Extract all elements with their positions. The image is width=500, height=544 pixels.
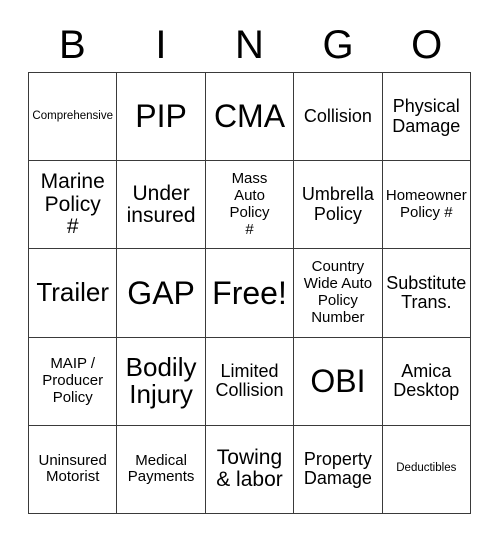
bingo-cell-b4[interactable]: MAIP / Producer Policy: [29, 337, 118, 426]
bingo-cell-label: Country Wide Auto Policy Number: [303, 258, 373, 326]
bingo-cell-label: Deductibles: [396, 462, 457, 475]
bingo-cell-g3[interactable]: Country Wide Auto Policy Number: [294, 249, 383, 338]
bingo-cell-label: Umbrella Policy: [301, 184, 374, 224]
bingo-cell-o4[interactable]: Amica Desktop: [382, 337, 471, 426]
bingo-cell-i4[interactable]: Bodily Injury: [117, 337, 206, 426]
bingo-cell-b1[interactable]: Comprehensive: [29, 73, 118, 162]
bingo-cell-label: Trailer: [36, 277, 110, 308]
bingo-cell-label: Medical Payments: [127, 451, 195, 486]
bingo-cell-n4[interactable]: Limited Collision: [205, 337, 295, 426]
bingo-cell-label: PIP: [135, 98, 187, 135]
bingo-cell-label: Homeowner Policy #: [385, 186, 467, 221]
bingo-header-letter-o: O: [411, 23, 443, 67]
bingo-header-row: B I N G O: [28, 18, 471, 72]
bingo-cell-label: Marine Policy #: [40, 170, 105, 238]
bingo-cell-b2[interactable]: Marine Policy #: [29, 161, 118, 250]
bingo-cell-label: Collision: [303, 105, 372, 126]
bingo-cell-g2[interactable]: Umbrella Policy: [294, 161, 383, 250]
bingo-cell-o2[interactable]: Homeowner Policy #: [382, 161, 471, 250]
bingo-cell-n5[interactable]: Towing & labor: [205, 425, 295, 514]
bingo-cell-o5[interactable]: Deductibles: [382, 425, 471, 514]
bingo-header-letter-i: I: [155, 23, 167, 67]
bingo-cell-n2[interactable]: Mass Auto Policy #: [205, 161, 295, 250]
bingo-cell-label: MAIP / Producer Policy: [42, 355, 104, 406]
bingo-cell-g4[interactable]: OBI: [294, 337, 383, 426]
bingo-cell-label: Free!: [212, 274, 287, 311]
bingo-cell-label: Uninsured Motorist: [38, 451, 107, 486]
bingo-cell-g1[interactable]: Collision: [294, 73, 383, 162]
bingo-cell-label: Bodily Injury: [125, 352, 197, 410]
bingo-cell-label: Substitute Trans.: [386, 272, 467, 312]
bingo-cell-label: OBI: [310, 362, 366, 399]
bingo-header-letter-n: N: [235, 23, 264, 67]
bingo-cell-b3[interactable]: Trailer: [29, 249, 118, 338]
bingo-cell-o3[interactable]: Substitute Trans.: [382, 249, 471, 338]
bingo-grid: Comprehensive PIP CMA Collision Physical…: [28, 72, 471, 514]
bingo-cell-label: Comprehensive: [32, 109, 113, 122]
bingo-cell-i2[interactable]: Under insured: [117, 161, 206, 250]
bingo-cell-o1[interactable]: Physical Damage: [382, 73, 471, 162]
bingo-cell-label: Property Damage: [303, 448, 372, 489]
bingo-cell-label: Limited Collision: [215, 360, 284, 401]
bingo-cell-b5[interactable]: Uninsured Motorist: [29, 425, 118, 514]
bingo-cell-g5[interactable]: Property Damage: [294, 425, 383, 514]
bingo-cell-i1[interactable]: PIP: [117, 73, 206, 162]
bingo-cell-label: GAP: [127, 274, 195, 311]
bingo-cell-n1[interactable]: CMA: [205, 73, 295, 162]
bingo-cell-i5[interactable]: Medical Payments: [117, 425, 206, 514]
bingo-cell-label: Under insured: [126, 181, 196, 227]
bingo-cell-label: Mass Auto Policy #: [229, 170, 270, 238]
bingo-header-letter-b: B: [58, 23, 86, 67]
bingo-cell-n3-free[interactable]: Free!: [205, 249, 295, 338]
bingo-cell-i3[interactable]: GAP: [117, 249, 206, 338]
bingo-cell-label: CMA: [213, 98, 286, 135]
bingo-cell-label: Towing & labor: [216, 446, 283, 492]
bingo-cell-label: Amica Desktop: [393, 360, 460, 401]
bingo-header-letter-g: G: [322, 23, 354, 67]
bingo-cell-label: Physical Damage: [392, 96, 461, 136]
bingo-card: B I N G O Comprehensive PIP CMA Collisio…: [0, 0, 500, 544]
